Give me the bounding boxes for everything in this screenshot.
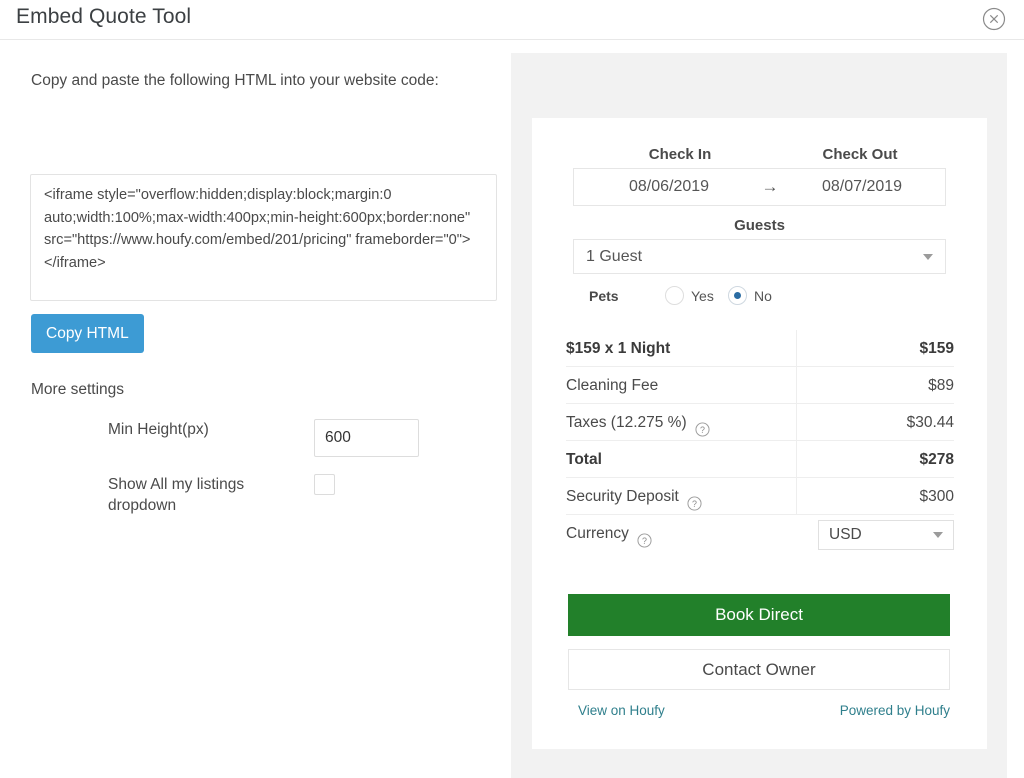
row-label: $159 x 1 Night (566, 340, 671, 357)
embed-settings-column: Copy and paste the following HTML into y… (0, 40, 511, 754)
pets-yes-label: Yes (691, 288, 714, 304)
dates-header-row: Check In Check Out (532, 146, 987, 166)
pets-no-label: No (754, 288, 772, 304)
svg-text:?: ? (700, 425, 705, 435)
widget-preview-panel: Check In Check Out 08/06/2019 → 08/07/20… (511, 53, 1007, 778)
row-value: $278 (919, 451, 954, 468)
row-label: Total (566, 451, 602, 468)
column-divider (796, 367, 797, 403)
table-row: $159 x 1 Night $159 (566, 330, 954, 367)
row-label-text: Taxes (12.275 %) (566, 414, 687, 431)
column-divider (796, 478, 797, 514)
question-circle-glyph: ? (695, 422, 710, 437)
row-label: Taxes (12.275 %) ? (566, 404, 710, 441)
book-direct-button[interactable]: Book Direct (568, 594, 950, 636)
guests-label: Guests (734, 217, 785, 234)
show-all-listings-label: Show All my listings dropdown (108, 476, 245, 514)
modal-header: Embed Quote Tool (0, 0, 1024, 40)
close-circle-glyph (982, 7, 1006, 31)
row-value: $300 (919, 488, 954, 505)
check-out-label: Check Out (822, 146, 898, 163)
guests-select[interactable]: 1 Guest (573, 239, 946, 274)
row-value: $89 (928, 377, 954, 394)
column-divider (796, 330, 797, 366)
guests-value: 1 Guest (586, 248, 643, 265)
column-divider (796, 404, 797, 440)
currency-value: USD (829, 526, 862, 543)
pets-label: Pets (589, 288, 619, 304)
modal-body: Copy and paste the following HTML into y… (0, 40, 1024, 778)
quote-widget-card: Check In Check Out 08/06/2019 → 08/07/20… (532, 118, 987, 749)
show-all-listings-checkbox[interactable] (314, 474, 335, 495)
row-label-text: Security Deposit (566, 488, 679, 505)
instructions-text: Copy and paste the following HTML into y… (31, 72, 439, 89)
more-settings-heading: More settings (31, 381, 125, 398)
embed-code-textarea[interactable]: <iframe style="overflow:hidden;display:b… (30, 174, 497, 301)
date-range-field[interactable]: 08/06/2019 → 08/07/2019 (573, 168, 946, 206)
min-height-input[interactable] (314, 419, 419, 457)
currency-label-text: Currency (566, 525, 629, 542)
check-in-label: Check In (648, 146, 712, 163)
page-title: Embed Quote Tool (16, 5, 192, 28)
row-label: Cleaning Fee (566, 377, 659, 394)
question-circle-glyph: ? (637, 533, 652, 548)
table-row: Total $278 (566, 441, 954, 478)
currency-label: Currency ? (566, 515, 652, 552)
table-row: Security Deposit ? $300 (566, 478, 954, 515)
close-icon[interactable] (982, 7, 1006, 31)
min-height-label: Min Height(px) (108, 421, 209, 438)
column-divider (796, 441, 797, 477)
question-circle-glyph: ? (687, 496, 702, 511)
check-in-value[interactable]: 08/06/2019 (574, 169, 764, 205)
table-row: Taxes (12.275 %) ? $30.44 (566, 404, 954, 441)
table-row: Cleaning Fee $89 (566, 367, 954, 404)
row-label: Security Deposit ? (566, 478, 702, 515)
contact-owner-button[interactable]: Contact Owner (568, 649, 950, 690)
view-on-houfy-link[interactable]: View on Houfy (578, 703, 665, 718)
pricing-table: $159 x 1 Night $159 Cleaning Fee $89 Tax… (566, 330, 954, 559)
footer-links: View on Houfy Powered by Houfy (568, 703, 950, 721)
currency-select[interactable]: USD (818, 520, 954, 550)
currency-row: Currency ? USD (566, 515, 954, 559)
copy-html-button[interactable]: Copy HTML (31, 314, 144, 353)
chevron-down-icon (923, 254, 933, 260)
help-icon[interactable]: ? (695, 414, 710, 437)
check-out-value[interactable]: 08/07/2019 (779, 169, 945, 205)
svg-text:?: ? (642, 536, 647, 546)
pets-yes-radio[interactable] (665, 286, 684, 305)
svg-text:?: ? (692, 499, 697, 509)
powered-by-houfy-link[interactable]: Powered by Houfy (840, 703, 950, 718)
help-icon[interactable]: ? (687, 488, 702, 511)
pets-no-radio[interactable] (728, 286, 747, 305)
help-icon[interactable]: ? (637, 525, 652, 548)
row-value: $159 (919, 340, 954, 357)
row-value: $30.44 (906, 414, 954, 431)
chevron-down-icon (933, 532, 943, 538)
